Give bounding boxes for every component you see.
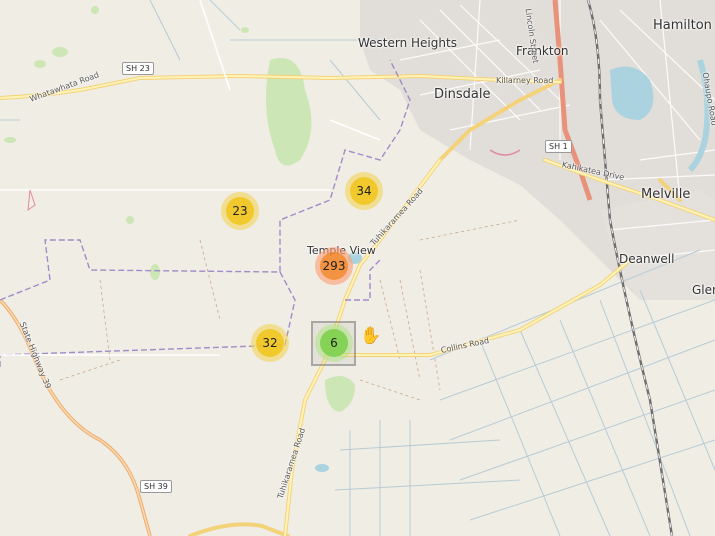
label-dinsdale: Dinsdale bbox=[434, 87, 491, 102]
cluster-count: 293 bbox=[320, 252, 348, 280]
cluster-marker[interactable]: 23 bbox=[221, 192, 259, 230]
cluster-marker[interactable]: 34 bbox=[345, 172, 383, 210]
label-glen: Glen bbox=[692, 283, 715, 297]
shield-sh23: SH 23 bbox=[122, 62, 154, 75]
cluster-marker[interactable]: 6 bbox=[315, 324, 353, 362]
cluster-marker[interactable]: 32 bbox=[251, 324, 289, 362]
hand-cursor-icon: ✋ bbox=[360, 326, 382, 346]
label-western-heights: Western Heights bbox=[358, 36, 457, 50]
shield-sh1: SH 1 bbox=[545, 140, 572, 153]
label-melville: Melville bbox=[641, 187, 691, 202]
label-deanwell: Deanwell bbox=[619, 252, 675, 266]
label-killarney-road: Killarney Road bbox=[496, 76, 554, 85]
map-canvas[interactable]: Hamilton Western Heights Frankton Dinsda… bbox=[0, 0, 715, 536]
map-base-layer bbox=[0, 0, 715, 536]
cluster-count: 23 bbox=[226, 197, 254, 225]
cluster-count: 34 bbox=[350, 177, 378, 205]
label-hamilton: Hamilton bbox=[653, 18, 712, 33]
cluster-count: 32 bbox=[256, 329, 284, 357]
shield-sh39: SH 39 bbox=[140, 480, 172, 493]
cluster-marker[interactable]: 293 bbox=[315, 247, 353, 285]
label-frankton: Frankton bbox=[516, 44, 569, 58]
cluster-count: 6 bbox=[320, 329, 348, 357]
